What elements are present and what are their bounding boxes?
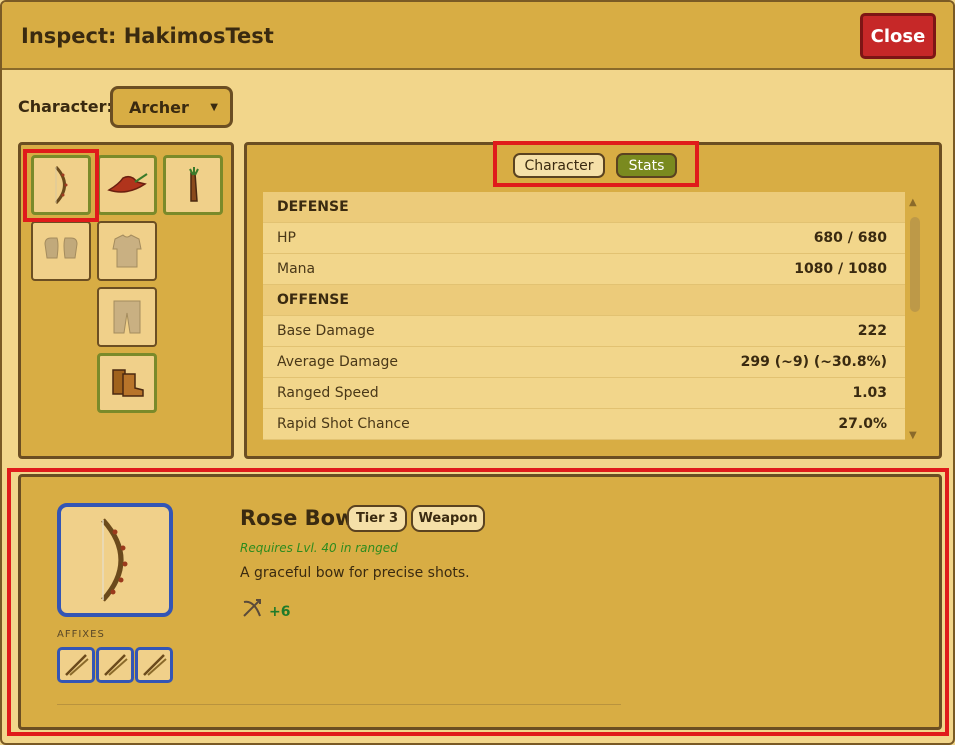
- equipment-slot-weapon[interactable]: [31, 155, 91, 215]
- stat-row-hp: HP 680 / 680: [263, 223, 905, 254]
- stat-value: 222: [857, 323, 887, 339]
- stat-label: Mana: [277, 261, 316, 277]
- inspect-window: Inspect: HakimosTest Close Character: Ar…: [0, 0, 955, 745]
- stat-label: Rapid Shot Chance: [277, 416, 410, 432]
- stat-row-mana: Mana 1080 / 1080: [263, 254, 905, 285]
- affix-slot[interactable]: [135, 647, 173, 683]
- stats-list: DEFENSE HP 680 / 680 Mana 1080 / 1080 OF…: [263, 192, 905, 440]
- stat-label: Ranged Speed: [277, 385, 379, 401]
- equipment-slot-offhand[interactable]: [163, 155, 223, 215]
- gloves-icon: [44, 237, 78, 259]
- item-requirement: Requires Lvl. 40 in ranged: [240, 541, 398, 555]
- item-detail-panel: AFFIXES Rose Bow Tier 3 Weapon Requires …: [18, 474, 942, 730]
- stat-label: HP: [277, 230, 296, 246]
- character-select[interactable]: Archer ▼: [110, 86, 233, 128]
- tab-stats[interactable]: Stats: [616, 153, 677, 178]
- affix-slot[interactable]: [96, 647, 134, 683]
- stats-section-offense: OFFENSE: [263, 285, 905, 316]
- scroll-down-icon[interactable]: ▼: [909, 430, 917, 441]
- stat-value: 27.0%: [838, 416, 887, 432]
- scrollbar-thumb[interactable]: [910, 217, 920, 312]
- close-button[interactable]: Close: [860, 13, 936, 59]
- tier-badge: Tier 3: [347, 505, 407, 532]
- arrow-affix-icon: [104, 654, 128, 676]
- character-label: Character:: [18, 97, 113, 116]
- equipment-slot-chest[interactable]: [97, 221, 157, 281]
- ranged-bow-icon: [243, 599, 261, 617]
- tab-character[interactable]: Character: [513, 153, 605, 178]
- stat-value: 1.03: [852, 385, 887, 401]
- scroll-up-icon[interactable]: ▲: [909, 197, 917, 208]
- hat-icon: [107, 173, 148, 193]
- rose-bow-icon: [101, 518, 128, 602]
- bow-icon: [54, 165, 68, 205]
- stat-row-base-damage: Base Damage 222: [263, 316, 905, 347]
- affix-slot[interactable]: [57, 647, 95, 683]
- character-select-value: Archer: [129, 97, 189, 117]
- stat-row-ranged-speed: Ranged Speed 1.03: [263, 378, 905, 409]
- stats-scrollbar[interactable]: ▲ ▼: [908, 195, 922, 443]
- equipment-slot-hands[interactable]: [31, 221, 91, 281]
- equipment-panel: [18, 142, 234, 459]
- stat-row-rapid-shot-chance: Rapid Shot Chance 27.0%: [263, 409, 905, 440]
- bonus-value: +6: [269, 604, 291, 620]
- stats-panel: Character Stats DEFENSE HP 680 / 680 Man…: [244, 141, 942, 459]
- equipment-slot-legs[interactable]: [97, 287, 157, 347]
- quiver-icon: [189, 167, 199, 202]
- chevron-down-icon: ▼: [210, 102, 218, 113]
- type-badge: Weapon: [411, 505, 485, 532]
- arrow-affix-icon: [65, 654, 89, 676]
- tab-bar: Character Stats: [493, 141, 699, 187]
- equipment-slot-feet[interactable]: [97, 353, 157, 413]
- stat-value: 680 / 680: [813, 230, 887, 246]
- stat-value: 299 (~9) (~30.8%): [740, 354, 887, 370]
- divider: [57, 704, 621, 705]
- item-icon-frame: [57, 503, 173, 617]
- arrow-affix-icon: [143, 654, 167, 676]
- stat-label: Base Damage: [277, 323, 375, 339]
- pants-icon: [113, 300, 141, 334]
- equipment-slot-head[interactable]: [97, 155, 157, 215]
- window-title: Inspect: HakimosTest: [21, 24, 274, 48]
- chest-armor-icon: [112, 234, 142, 268]
- stat-row-average-damage: Average Damage 299 (~9) (~30.8%): [263, 347, 905, 378]
- stat-label: Average Damage: [277, 354, 399, 370]
- boots-icon: [112, 369, 144, 397]
- window-header: Inspect: HakimosTest Close: [2, 2, 953, 70]
- item-name: Rose Bow: [240, 506, 355, 530]
- item-description: A graceful bow for precise shots.: [240, 565, 470, 581]
- stats-section-defense: DEFENSE: [263, 192, 905, 223]
- stat-value: 1080 / 1080: [794, 261, 887, 277]
- affixes-label: AFFIXES: [57, 629, 105, 640]
